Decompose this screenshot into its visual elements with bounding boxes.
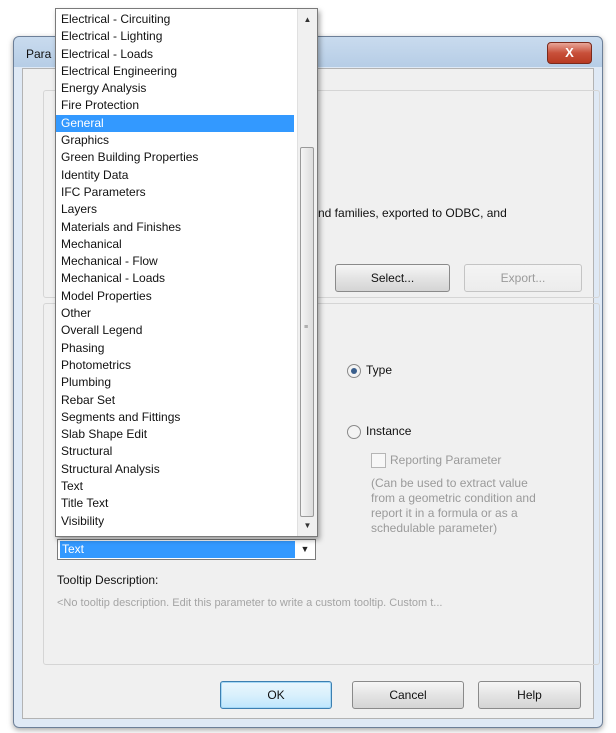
ok-button[interactable]: OK bbox=[220, 681, 332, 709]
dropdown-item[interactable]: Mechanical bbox=[56, 236, 294, 253]
scroll-up-arrow-icon[interactable]: ▲ bbox=[298, 11, 317, 28]
group-combobox-value: Text bbox=[60, 541, 295, 558]
dropdown-item[interactable]: Materials and Finishes bbox=[56, 219, 294, 236]
dropdown-item[interactable]: Slab Shape Edit bbox=[56, 426, 294, 443]
reporting-parameter-note: (Can be used to extract value from a geo… bbox=[371, 476, 536, 535]
dropdown-item[interactable]: Title Text bbox=[56, 495, 294, 512]
dropdown-item[interactable]: IFC Parameters bbox=[56, 184, 294, 201]
dropdown-item[interactable]: Electrical - Loads bbox=[56, 46, 294, 63]
dropdown-scrollbar[interactable]: ▲ ≡ ▼ bbox=[297, 9, 317, 536]
grip-icon: ≡ bbox=[304, 324, 309, 331]
instance-radio[interactable] bbox=[347, 425, 361, 439]
tooltip-description-text: <No tooltip description. Edit this param… bbox=[57, 597, 443, 609]
scrollbar-thumb[interactable]: ≡ bbox=[300, 147, 314, 517]
dropdown-item[interactable]: Electrical Engineering bbox=[56, 63, 294, 80]
dropdown-item[interactable]: Other bbox=[56, 305, 294, 322]
parameter-description-text: nd families, exported to ODBC, and bbox=[318, 206, 507, 220]
dropdown-item[interactable]: Green Building Properties bbox=[56, 149, 294, 166]
dropdown-item[interactable]: Energy Analysis bbox=[56, 80, 294, 97]
dropdown-item[interactable]: Text bbox=[56, 478, 294, 495]
close-button[interactable]: X bbox=[547, 42, 592, 64]
dropdown-items: Electrical - Circuiting Electrical - Ligh… bbox=[56, 11, 294, 530]
dropdown-item[interactable]: Electrical - Circuiting bbox=[56, 11, 294, 28]
dropdown-item[interactable]: Mechanical - Loads bbox=[56, 270, 294, 287]
dropdown-item[interactable]: General bbox=[56, 114, 294, 133]
export-button[interactable]: Export... bbox=[464, 264, 582, 292]
dialog-title: Para bbox=[26, 47, 52, 61]
dropdown-item[interactable]: Photometrics bbox=[56, 357, 294, 374]
reporting-parameter-checkbox[interactable] bbox=[371, 453, 386, 468]
chevron-down-icon[interactable]: ▼ bbox=[297, 541, 313, 558]
dropdown-item[interactable]: Visibility bbox=[56, 513, 294, 530]
dropdown-item[interactable]: Structural Analysis bbox=[56, 461, 294, 478]
dropdown-item[interactable]: Layers bbox=[56, 201, 294, 218]
dropdown-item[interactable]: Phasing bbox=[56, 340, 294, 357]
dropdown-item[interactable]: Identity Data bbox=[56, 167, 294, 184]
group-parameter-under-combobox[interactable]: Text ▼ bbox=[57, 539, 316, 560]
dropdown-item[interactable]: Rebar Set bbox=[56, 392, 294, 409]
dropdown-item[interactable]: Segments and Fittings bbox=[56, 409, 294, 426]
type-radio-label[interactable]: Type bbox=[366, 363, 392, 377]
dropdown-item[interactable]: Model Properties bbox=[56, 288, 294, 305]
tooltip-description-label: Tooltip Description: bbox=[57, 573, 159, 587]
dropdown-item[interactable]: Graphics bbox=[56, 132, 294, 149]
dropdown-item[interactable]: Fire Protection bbox=[56, 97, 294, 114]
select-button[interactable]: Select... bbox=[335, 264, 450, 292]
dropdown-item[interactable]: Mechanical - Flow bbox=[56, 253, 294, 270]
dropdown-item[interactable]: Overall Legend bbox=[56, 322, 294, 339]
group-dropdown-list[interactable]: Electrical - Circuiting Electrical - Ligh… bbox=[55, 8, 318, 537]
dropdown-item[interactable]: Plumbing bbox=[56, 374, 294, 391]
dropdown-item[interactable]: Electrical - Lighting bbox=[56, 28, 294, 45]
type-radio[interactable] bbox=[347, 364, 361, 378]
dropdown-item[interactable]: Structural bbox=[56, 443, 294, 460]
reporting-parameter-label[interactable]: Reporting Parameter bbox=[390, 453, 501, 467]
scroll-down-arrow-icon[interactable]: ▼ bbox=[298, 517, 317, 534]
help-button[interactable]: Help bbox=[478, 681, 581, 709]
instance-radio-label[interactable]: Instance bbox=[366, 424, 411, 438]
cancel-button[interactable]: Cancel bbox=[352, 681, 464, 709]
